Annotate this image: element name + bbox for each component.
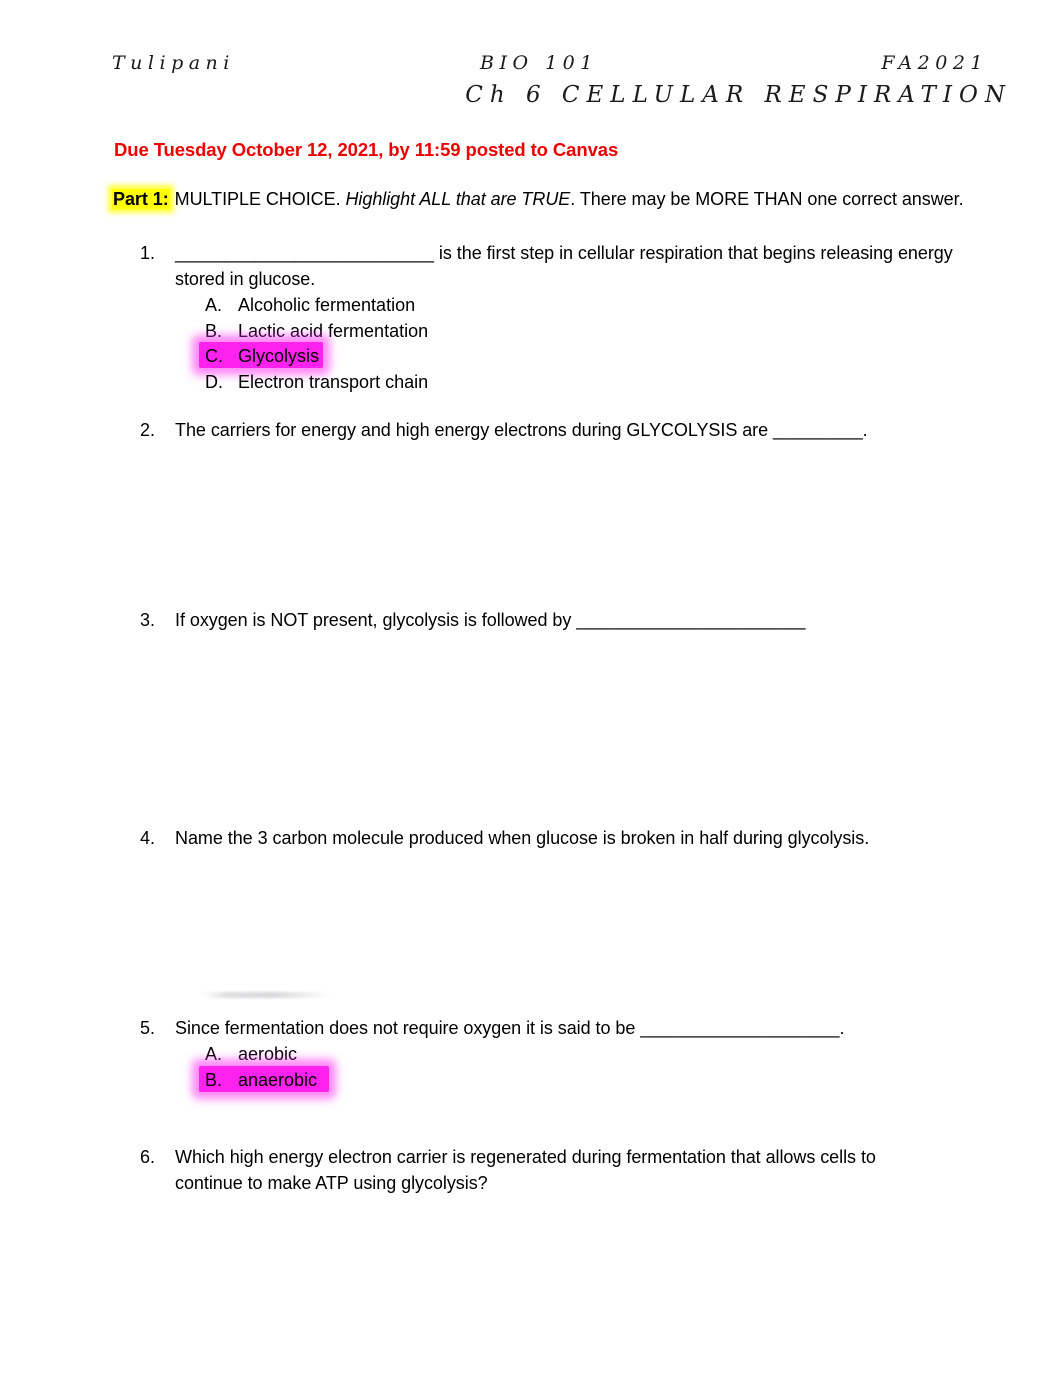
question-number: 2. [140,420,155,440]
question-item: 3. If oxygen is NOT present, glycolysis … [0,607,1062,633]
question-text: If oxygen is NOT present, glycolysis is … [175,610,806,630]
option-text: Glycolysis [238,346,320,366]
part-label: Part 1: [112,189,170,209]
question-item: 1. __________________________ is the fir… [0,240,1062,395]
header-top-row: Tulipani BIO 101 FA2021 [112,52,988,82]
option-letter: B. [205,1069,223,1090]
option-letter: D. [205,371,223,392]
header-author: Tulipani [112,52,235,74]
option-row[interactable]: A. aerobic [0,1042,1062,1068]
option-row[interactable]: A. Alcoholic fermentation [0,293,1062,319]
option-text: anaerobic [238,1069,318,1090]
option-text: Electron transport chain [238,371,429,392]
option-letter: A. [205,1044,223,1064]
question-text-continued: continue to make ATP using glycolysis? [175,1173,488,1193]
question-item: 4. Name the 3 carbon molecule produced w… [0,825,1062,851]
instructions-emphasis: Highlight ALL that are TRUE [345,189,571,209]
question-text-continued: stored in glucose. [175,269,316,289]
question-item: 2. The carriers for energy and high ener… [0,417,1062,443]
option-letter: C. [205,346,223,366]
instructions-lead: MULTIPLE CHOICE. [169,189,346,209]
option-row-highlighted[interactable]: C. Glycolysis [0,342,1062,370]
question-text: Since fermentation does not require oxyg… [175,1018,845,1038]
question-item: 5. Since fermentation does not require o… [0,1015,1062,1093]
question-number: 3. [140,610,155,630]
question-text: __________________________ is the first … [175,243,953,263]
page-title: Ch 6 CELLULAR RESPIRATION [465,82,1012,108]
option-row[interactable]: D. Electron transport chain [0,370,1062,396]
header-title-row: Ch 6 CELLULAR RESPIRATION [112,82,1012,108]
question-text: The carriers for energy and high energy … [175,420,868,440]
question-number: 5. [140,1018,155,1038]
header-course: BIO 101 [480,52,598,74]
question-text: Name the 3 carbon molecule produced when… [175,828,870,848]
question-number: 1. [140,243,155,263]
instructions-line: Part 1: MULTIPLE CHOICE. Highlight ALL t… [112,189,964,210]
question-item: 6. Which high energy electron carrier is… [0,1144,1062,1196]
question-text: Which high energy electron carrier is re… [175,1147,876,1167]
question-number: 4. [140,828,155,848]
instructions-tail: . There may be MORE THAN one correct ans… [570,189,964,209]
erased-highlight-artifact [203,992,331,998]
document-header: Tulipani BIO 101 FA2021 Ch 6 CELLULAR RE… [0,52,1062,122]
option-row-highlighted[interactable]: B. anaerobic [0,1065,1062,1094]
due-date-notice: Due Tuesday October 12, 2021, by 11:59 p… [114,139,619,160]
option-row[interactable]: B. Lactic acid fermentation [0,319,1062,345]
option-letter: A. [205,295,223,315]
option-text: aerobic [238,1044,298,1064]
question-number: 6. [140,1147,155,1167]
header-term: FA2021 [881,52,988,74]
option-letter: B. [205,320,223,341]
option-text: Lactic acid fermentation [238,320,429,341]
document-page: Tulipani BIO 101 FA2021 Ch 6 CELLULAR RE… [0,0,1062,1377]
option-text: Alcoholic fermentation [238,295,416,315]
